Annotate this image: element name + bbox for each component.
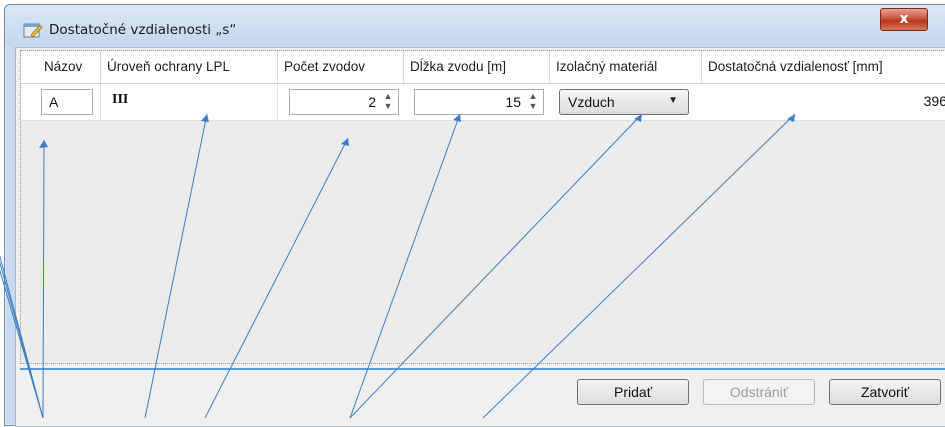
col-header-count[interactable]: Počet zvodov: [278, 51, 404, 83]
dialog-window: Dostatočné vzdialenosti „s“ x Názov Úrov…: [4, 4, 945, 427]
col-header-lpl[interactable]: Úroveň ochrany LPL: [101, 51, 278, 83]
grid-header: Názov Úroveň ochrany LPL Počet zvodov Dĺ…: [21, 51, 945, 84]
lpl-value: III: [112, 92, 129, 107]
col-header-material[interactable]: Izolačný materiál: [550, 51, 702, 83]
splitter-bar[interactable]: [20, 368, 945, 370]
close-icon: x: [899, 11, 909, 27]
col-header-length[interactable]: Dĺžka zvodu [m]: [404, 51, 550, 83]
col-header-distance[interactable]: Dostatočná vzdialenosť [mm]: [702, 51, 945, 83]
col-header-name[interactable]: Názov: [21, 51, 101, 83]
title-bar: Dostatočné vzdialenosti „s“ x: [5, 5, 945, 45]
count-value: 2: [368, 94, 376, 110]
dropdown-arrow-icon: ▼: [668, 95, 678, 106]
spin-arrows-icon[interactable]: ▲ ▼: [526, 91, 540, 113]
cell-name: A: [21, 84, 101, 120]
table-row: A III 2 ▲ ▼ 15 ▲ ▼ Vzduch ▼ 396: [21, 84, 945, 121]
material-select[interactable]: Vzduch ▼: [559, 89, 689, 115]
count-stepper[interactable]: 2 ▲ ▼: [289, 89, 399, 115]
material-value: Vzduch: [568, 94, 615, 110]
distance-value: 396: [923, 93, 945, 109]
close-button[interactable]: Zatvoriť: [829, 379, 941, 405]
length-value: 15: [505, 94, 521, 110]
add-button[interactable]: Pridať: [577, 379, 689, 405]
data-grid: Názov Úroveň ochrany LPL Počet zvodov Dĺ…: [20, 50, 945, 364]
spin-arrows-icon[interactable]: ▲ ▼: [381, 91, 395, 113]
dialog-client-area: Názov Úroveň ochrany LPL Počet zvodov Dĺ…: [15, 47, 945, 427]
name-input[interactable]: A: [41, 89, 93, 115]
length-stepper[interactable]: 15 ▲ ▼: [414, 89, 544, 115]
remove-button[interactable]: Odstrániť: [703, 379, 815, 405]
window-title: Dostatočné vzdialenosti „s“: [49, 22, 237, 38]
window-close-button[interactable]: x: [880, 8, 928, 31]
app-edit-icon: [23, 23, 43, 38]
